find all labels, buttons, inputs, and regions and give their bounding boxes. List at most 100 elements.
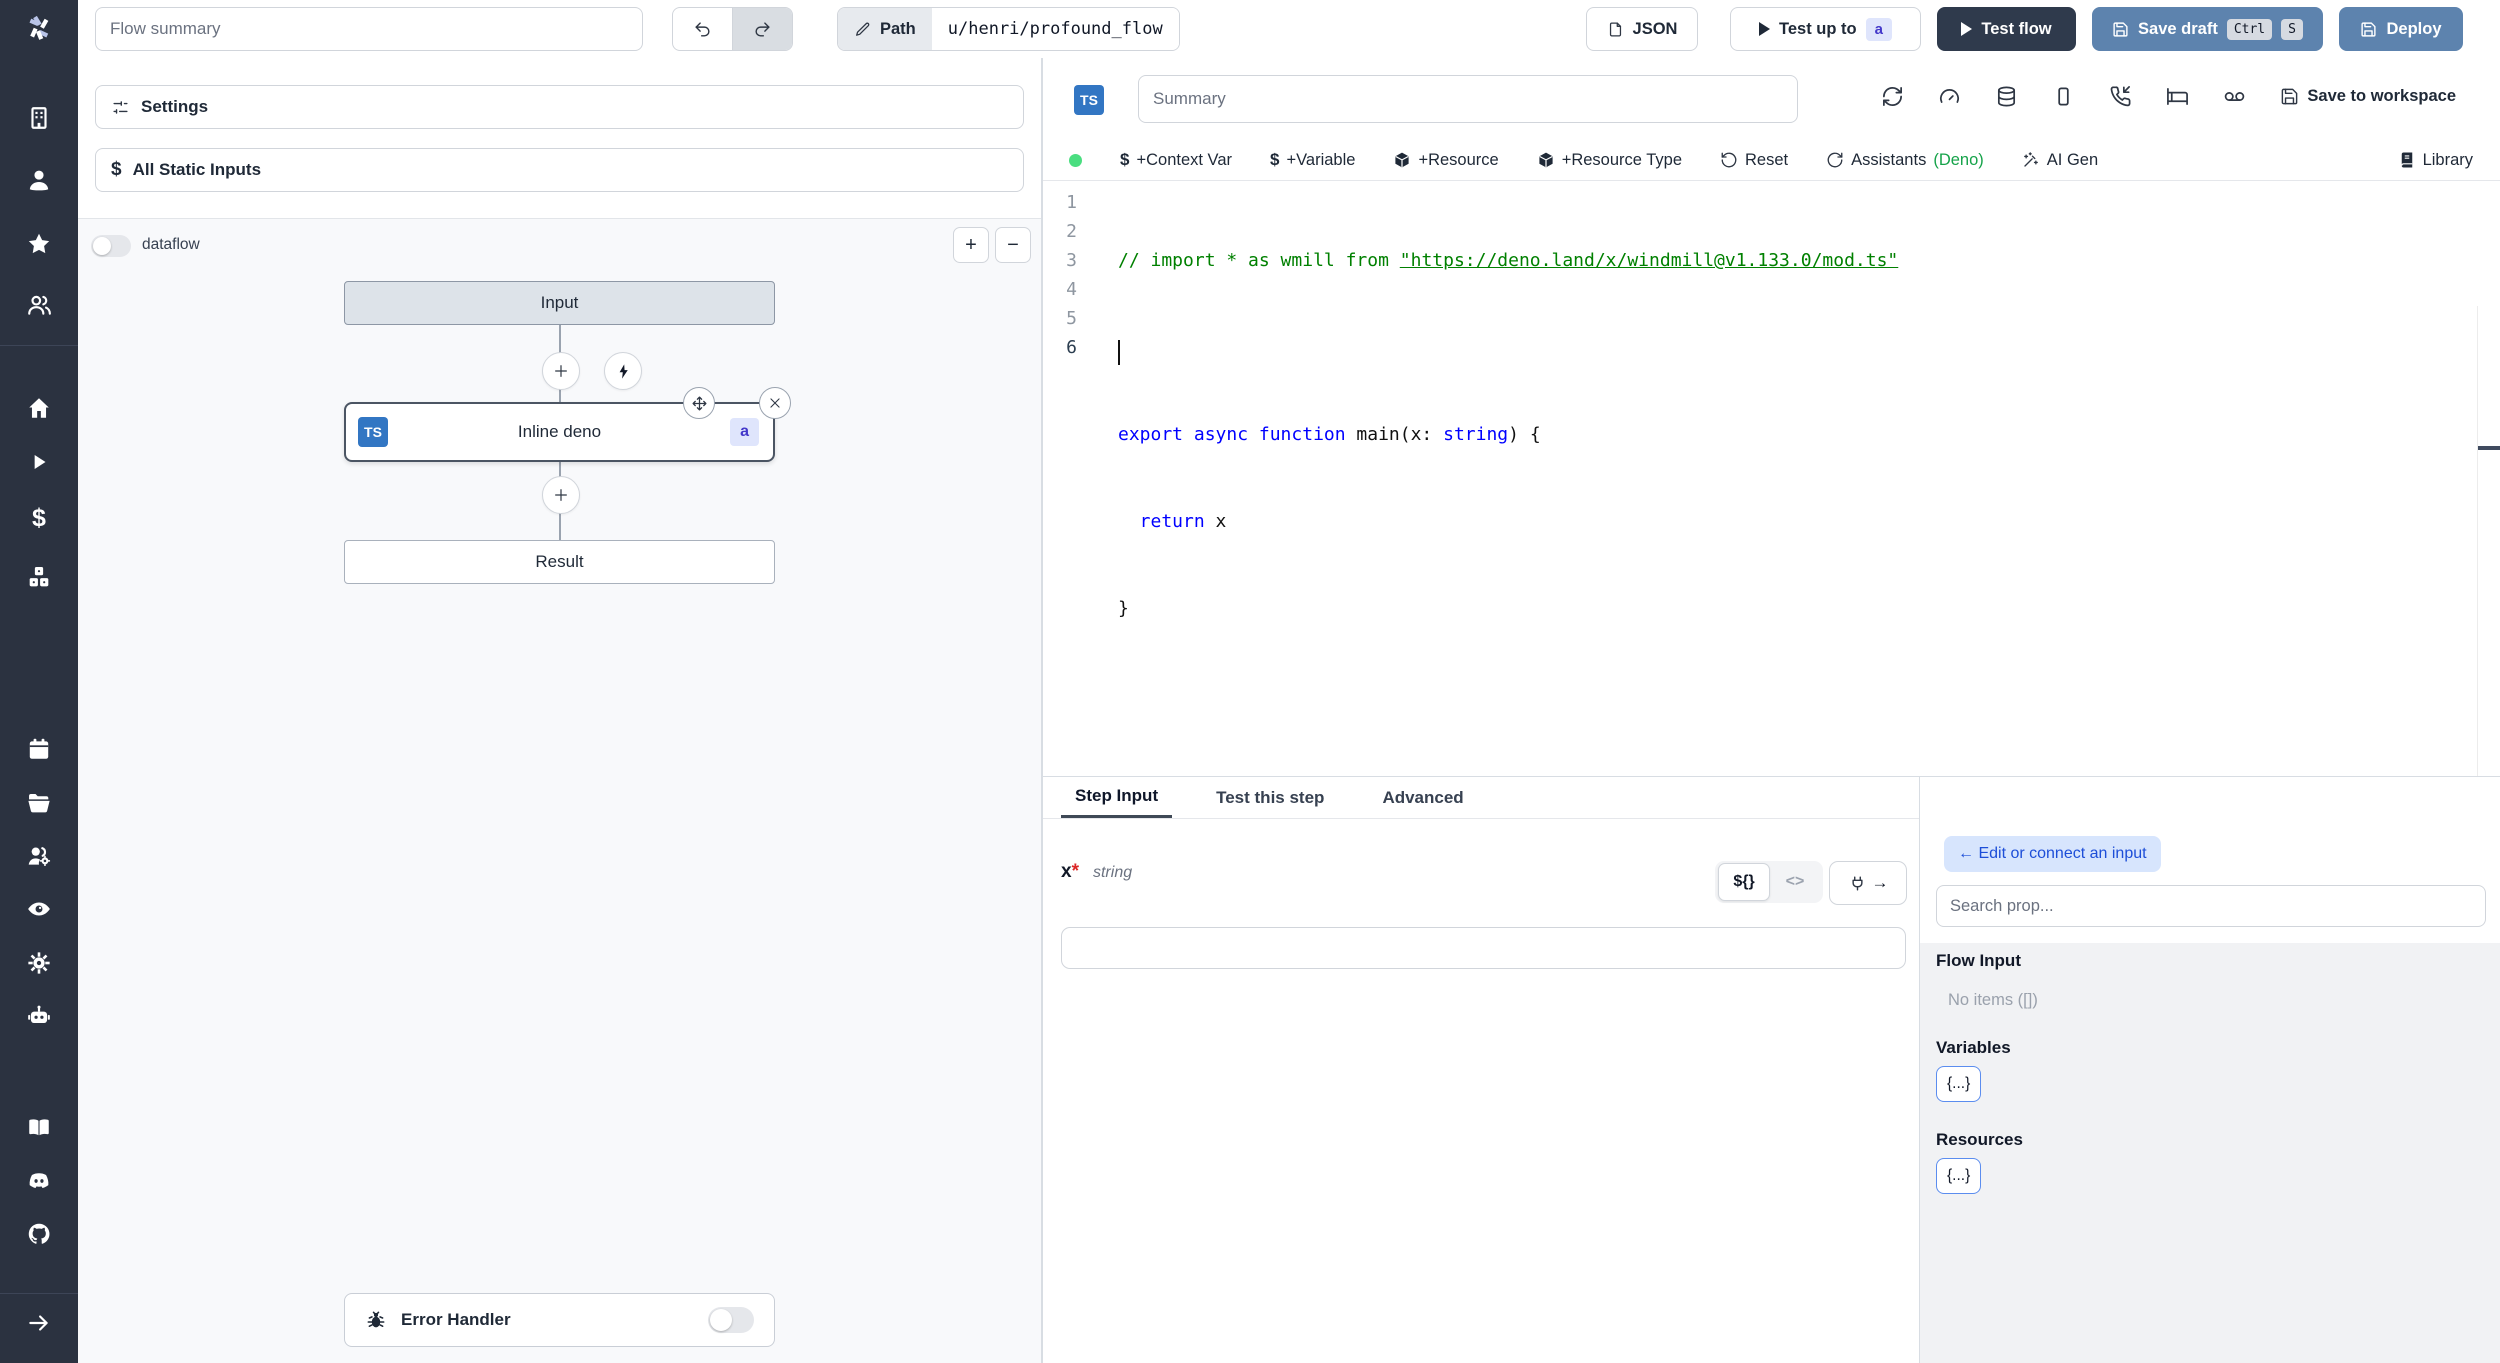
- sleep-button[interactable]: [2166, 85, 2189, 108]
- assistants-deno-label: (Deno): [1933, 150, 1984, 169]
- add-step-button[interactable]: [542, 352, 580, 390]
- connect-input-button[interactable]: →: [1829, 861, 1907, 905]
- resources-object-chip[interactable]: {...}: [1936, 1158, 1982, 1194]
- code-editor[interactable]: 12 34 56 // import * as wmill from "http…: [1043, 182, 2500, 900]
- variables-object-chip[interactable]: {...}: [1936, 1066, 1982, 1102]
- code-line-3: export async function main(x: string) {: [1118, 424, 1541, 445]
- sidebar-item-favorites[interactable]: [21, 226, 57, 262]
- ai-gen-button[interactable]: AI Gen: [2022, 151, 2098, 170]
- save-icon: [2361, 21, 2377, 37]
- sidebar-item-workspace[interactable]: [21, 100, 57, 136]
- code-mode-button[interactable]: <>: [1770, 864, 1820, 900]
- performance-button[interactable]: [1938, 85, 1961, 108]
- sidebar-item-variables[interactable]: $: [21, 500, 57, 536]
- sidebar-item-folders[interactable]: [21, 785, 57, 821]
- user-icon: [29, 170, 49, 191]
- add-context-var-button[interactable]: $ +Context Var: [1120, 150, 1232, 170]
- eye-icon: [28, 902, 50, 916]
- mobile-view-button[interactable]: [2052, 85, 2075, 108]
- test-flow-button[interactable]: Test flow: [1937, 7, 2076, 51]
- search-prop-input[interactable]: [1936, 885, 2486, 927]
- error-handler-toggle[interactable]: [708, 1307, 754, 1333]
- sidebar-item-schedules[interactable]: [21, 731, 57, 767]
- flow-graph-panel: Settings $ All Static Inputs dataflow + …: [78, 58, 1042, 1363]
- reset-button[interactable]: Reset: [1720, 151, 1788, 170]
- play-icon: [1759, 22, 1771, 36]
- undo-button[interactable]: [673, 8, 732, 50]
- edit-or-connect-button[interactable]: ← Edit or connect an input: [1944, 836, 2161, 872]
- all-static-inputs-button[interactable]: $ All Static Inputs: [95, 148, 1024, 192]
- assistants-button[interactable]: Assistants (Deno): [1826, 151, 1984, 170]
- sidebar-item-home[interactable]: [21, 390, 57, 426]
- suspend-button[interactable]: [2109, 85, 2132, 108]
- sidebar-item-github[interactable]: [21, 1216, 57, 1252]
- zoom-out-button[interactable]: −: [995, 227, 1031, 263]
- windmill-logo-icon[interactable]: [19, 8, 59, 48]
- sidebar-item-resources[interactable]: [21, 559, 57, 595]
- flow-settings-button[interactable]: Settings: [95, 85, 1024, 129]
- editor-divider: [1043, 180, 2500, 181]
- flow-node-result[interactable]: Result: [344, 540, 775, 584]
- refresh-icon: [1827, 152, 1843, 168]
- add-resource-label: +Resource: [1418, 150, 1499, 169]
- flow-summary-input[interactable]: [95, 7, 643, 51]
- arrow-right-icon: [29, 1315, 48, 1331]
- text-cursor: [1118, 340, 1120, 365]
- add-variable-button[interactable]: $ +Variable: [1270, 150, 1355, 170]
- sidebar-item-groups[interactable]: [21, 287, 57, 323]
- delete-step-button[interactable]: [759, 387, 791, 419]
- expr-mode-button[interactable]: ${}: [1718, 863, 1770, 901]
- add-context-var-label: +Context Var: [1136, 150, 1233, 169]
- deploy-button[interactable]: Deploy: [2339, 7, 2463, 51]
- variables-title: Variables: [1936, 1038, 2011, 1057]
- wand-icon: [2023, 152, 2038, 167]
- play-icon: [34, 454, 46, 470]
- refresh-lock-button[interactable]: [1881, 85, 1904, 108]
- sidebar-item-audit-logs[interactable]: [21, 891, 57, 927]
- zoom-in-button[interactable]: +: [953, 227, 989, 263]
- step-summary-input[interactable]: [1138, 75, 1798, 123]
- code-editor-panel: TS Save to workspace $ +Context Var $ +Var…: [1042, 58, 2500, 900]
- tab-advanced[interactable]: Advanced: [1368, 777, 1477, 818]
- cubes-icon: [29, 567, 49, 587]
- typescript-badge: TS: [1074, 85, 1104, 115]
- sidebar: $: [0, 0, 78, 1363]
- trigger-button[interactable]: [604, 352, 642, 390]
- sidebar-item-docs[interactable]: [21, 1109, 57, 1145]
- cursor-position-marker: [2478, 446, 2500, 450]
- play-icon: [1961, 22, 1973, 36]
- add-resource-type-button[interactable]: +Resource Type: [1537, 151, 1682, 170]
- add-step-button[interactable]: [542, 476, 580, 514]
- dataflow-toggle[interactable]: [91, 235, 131, 257]
- home-icon: [29, 398, 49, 418]
- calendar-icon: [29, 738, 49, 759]
- sidebar-item-workers[interactable]: [21, 838, 57, 874]
- connect-panel: ← Edit or connect an input Flow Input No…: [1919, 777, 2500, 1363]
- sidebar-item-user[interactable]: [21, 162, 57, 198]
- phone-incoming-icon: [2111, 86, 2131, 107]
- sidebar-item-discord[interactable]: [21, 1163, 57, 1199]
- tab-step-input[interactable]: Step Input: [1061, 777, 1173, 818]
- path-group[interactable]: Path u/henri/profound_flow: [837, 7, 1180, 51]
- test-up-to-button[interactable]: Test up to a: [1730, 7, 1921, 51]
- sidebar-item-runs[interactable]: [21, 444, 57, 480]
- error-handler-card[interactable]: Error Handler: [344, 1293, 775, 1347]
- save-to-workspace-button[interactable]: Save to workspace: [2280, 87, 2456, 106]
- early-stop-button[interactable]: [2223, 85, 2246, 108]
- cache-button[interactable]: [1995, 85, 2018, 108]
- move-step-button[interactable]: [683, 387, 715, 419]
- tab-test-this-step[interactable]: Test this step: [1202, 777, 1338, 818]
- sidebar-item-settings[interactable]: [21, 945, 57, 981]
- sidebar-item-assistant[interactable]: [21, 998, 57, 1034]
- code-url-link[interactable]: "https://deno.land/x/windmill@v1.133.0/m…: [1400, 250, 1899, 271]
- redo-button[interactable]: [732, 8, 792, 50]
- sidebar-collapse-button[interactable]: [21, 1305, 57, 1341]
- add-resource-button[interactable]: +Resource: [1393, 150, 1499, 170]
- save-draft-button[interactable]: Save draft Ctrl S: [2092, 7, 2323, 51]
- path-label: Path: [880, 19, 916, 38]
- field-value-input[interactable]: [1061, 927, 1906, 969]
- json-button[interactable]: JSON: [1586, 7, 1698, 51]
- github-icon: [28, 1223, 50, 1244]
- library-button[interactable]: Library: [2398, 151, 2473, 170]
- flow-node-input[interactable]: Input: [344, 281, 775, 325]
